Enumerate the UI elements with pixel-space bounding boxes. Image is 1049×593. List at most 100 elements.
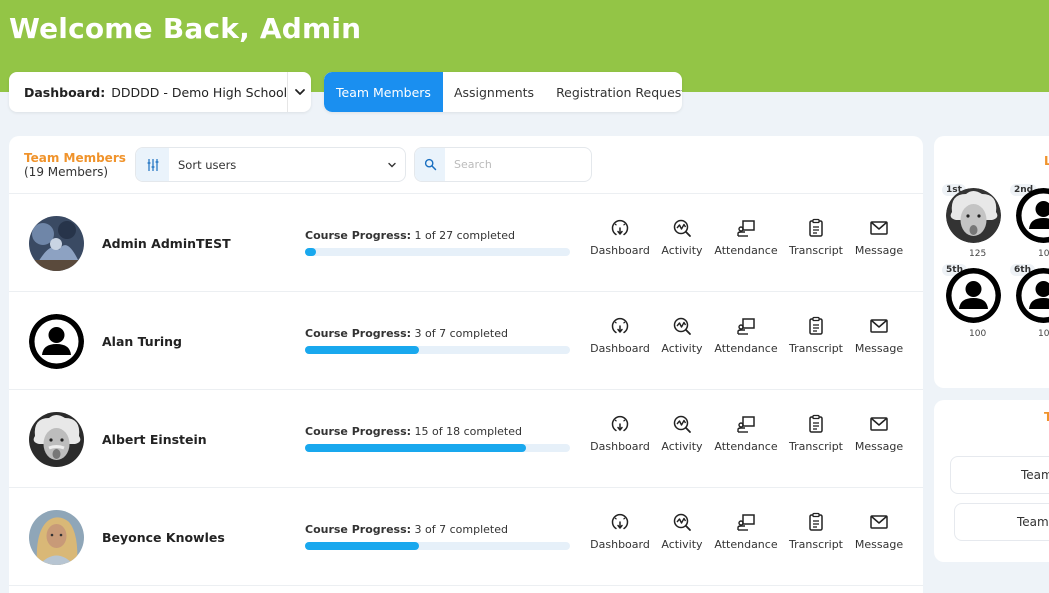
course-progress: Course Progress: 1 of 27 completed <box>305 229 570 256</box>
member-actions: Dashboard Activity Attendance Transcript Mes… <box>589 316 905 355</box>
transcript-button[interactable]: Transcript <box>779 414 853 453</box>
activity-label: Activity <box>661 342 703 355</box>
transcript-label: Transcript <box>789 342 843 355</box>
transcript-icon <box>806 316 826 342</box>
leaderboard-card: L 1st 125 2nd 10 5th 100 6th 10 <box>934 136 1049 388</box>
dashboard-icon <box>610 512 630 538</box>
attendance-icon <box>736 316 756 342</box>
member-actions: Dashboard Activity Attendance Transcript Mes… <box>589 512 905 551</box>
search-input[interactable] <box>445 158 585 171</box>
transcript-label: Transcript <box>789 538 843 551</box>
progress-value: 3 of 7 completed <box>414 523 508 536</box>
dashboard-icon <box>610 414 630 440</box>
team-button[interactable]: Team <box>950 456 1049 494</box>
member-name[interactable]: Beyonce Knowles <box>102 530 225 545</box>
message-button[interactable]: Message <box>853 414 905 453</box>
progress-bar <box>305 346 570 354</box>
message-button[interactable]: Message <box>853 512 905 551</box>
avatar <box>29 412 84 467</box>
transcript-button[interactable]: Transcript <box>779 218 853 257</box>
progress-bar <box>305 542 570 550</box>
course-progress: Course Progress: 15 of 18 completed <box>305 425 570 452</box>
attendance-button[interactable]: Attendance <box>713 316 779 355</box>
avatar <box>29 510 84 565</box>
leaderboard-score: 125 <box>969 249 987 259</box>
progress-label: Course Progress: <box>305 523 412 536</box>
dashboard-label: Dashboard <box>590 440 650 453</box>
attendance-label: Attendance <box>714 538 778 551</box>
dashboard-button[interactable]: Dashboard <box>589 414 651 453</box>
team-button[interactable]: Team l <box>954 503 1049 541</box>
attendance-icon <box>736 512 756 538</box>
tab-registration-requests[interactable]: Registration Requests <box>545 72 682 112</box>
message-button[interactable]: Message <box>853 316 905 355</box>
message-label: Message <box>854 440 904 453</box>
activity-button[interactable]: Activity <box>651 218 713 257</box>
dashboard-select[interactable]: Dashboard: DDDDD - Demo High School <box>9 72 311 112</box>
mail-icon <box>869 218 889 244</box>
mail-icon <box>869 316 889 342</box>
leaderboard-score: 10 <box>1038 329 1049 339</box>
transcript-button[interactable]: Transcript <box>779 316 853 355</box>
transcript-icon <box>806 512 826 538</box>
attendance-button[interactable]: Attendance <box>713 218 779 257</box>
attendance-label: Attendance <box>714 440 778 453</box>
attendance-button[interactable]: Attendance <box>713 414 779 453</box>
progress-bar <box>305 444 570 452</box>
attendance-icon <box>736 218 756 244</box>
progress-label: Course Progress: <box>305 425 412 438</box>
avatar[interactable] <box>946 188 1001 243</box>
activity-button[interactable]: Activity <box>651 414 713 453</box>
mail-icon <box>869 512 889 538</box>
activity-icon <box>672 414 692 440</box>
message-button[interactable]: Message <box>853 218 905 257</box>
dashboard-select-label: Dashboard: <box>24 84 106 100</box>
progress-bar-fill <box>305 248 316 256</box>
dashboard-button[interactable]: Dashboard <box>589 316 651 355</box>
welcome-title: Welcome Back, Admin <box>9 12 362 45</box>
member-name[interactable]: Alan Turing <box>102 334 182 349</box>
tab-assignments[interactable]: Assignments <box>443 72 545 112</box>
activity-button[interactable]: Activity <box>651 512 713 551</box>
chevron-down-icon[interactable] <box>287 72 311 112</box>
progress-value: 1 of 27 completed <box>414 229 515 242</box>
team-members-count: (19 Members) <box>24 165 109 179</box>
progress-label: Course Progress: <box>305 327 412 340</box>
avatar[interactable] <box>1016 268 1049 323</box>
dashboard-icon <box>610 316 630 342</box>
attendance-label: Attendance <box>714 244 778 257</box>
tab-bar: Team Members Assignments Registration Re… <box>324 72 682 112</box>
member-name[interactable]: Admin AdminTEST <box>102 236 231 251</box>
activity-label: Activity <box>661 440 703 453</box>
sliders-icon <box>136 148 169 181</box>
table-row: Admin AdminTEST Course Progress: 1 of 27… <box>9 194 923 292</box>
progress-label: Course Progress: <box>305 229 412 242</box>
message-label: Message <box>854 244 904 257</box>
tab-team-members[interactable]: Team Members <box>324 72 443 112</box>
avatar[interactable] <box>946 268 1001 323</box>
table-row: Beyonce Knowles Course Progress: 3 of 7 … <box>9 488 923 586</box>
activity-button[interactable]: Activity <box>651 316 713 355</box>
search-icon[interactable] <box>415 148 445 181</box>
progress-bar <box>305 248 570 256</box>
member-name[interactable]: Albert Einstein <box>102 432 207 447</box>
activity-icon <box>672 512 692 538</box>
avatar <box>29 216 84 271</box>
avatar[interactable] <box>1016 188 1049 243</box>
attendance-icon <box>736 414 756 440</box>
dashboard-button[interactable]: Dashboard <box>589 218 651 257</box>
attendance-button[interactable]: Attendance <box>713 512 779 551</box>
sort-users-label: Sort users <box>178 157 237 172</box>
teams-card-title: T <box>1044 410 1049 424</box>
activity-icon <box>672 218 692 244</box>
transcript-button[interactable]: Transcript <box>779 512 853 551</box>
sort-users-select[interactable]: Sort users <box>135 147 406 182</box>
progress-bar-fill <box>305 542 419 550</box>
dashboard-select-value: DDDDD - Demo High School <box>111 84 288 100</box>
progress-bar-fill <box>305 346 419 354</box>
dashboard-label: Dashboard <box>590 244 650 257</box>
activity-label: Activity <box>661 244 703 257</box>
table-row: Albert Einstein Course Progress: 15 of 1… <box>9 390 923 488</box>
dashboard-button[interactable]: Dashboard <box>589 512 651 551</box>
transcript-label: Transcript <box>789 244 843 257</box>
